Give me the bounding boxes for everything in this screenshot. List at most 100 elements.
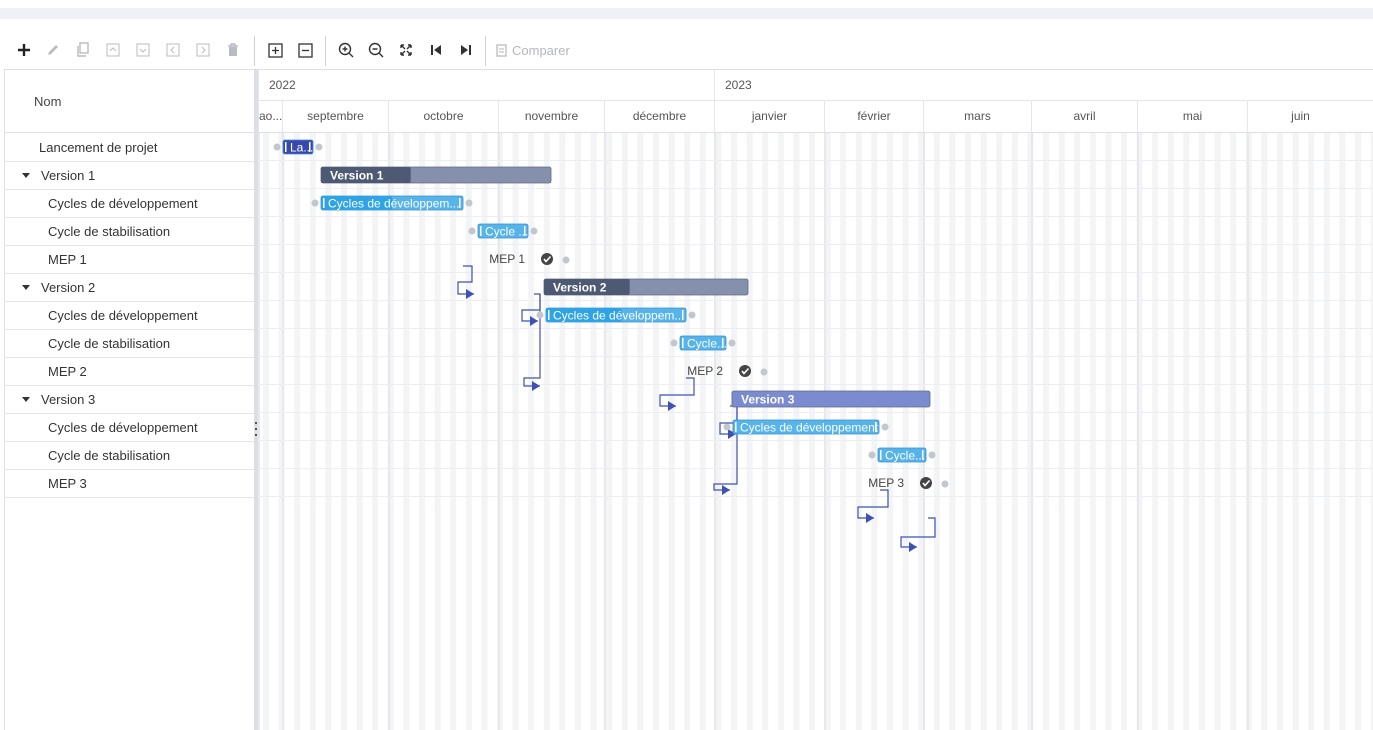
weekend-stripe <box>606 133 613 730</box>
link-handle-icon[interactable] <box>928 451 936 459</box>
link-handle-icon[interactable] <box>468 227 476 235</box>
link-handle-icon[interactable] <box>273 143 281 151</box>
grid-row[interactable]: Version 3 <box>5 386 255 414</box>
copy-icon[interactable] <box>74 36 92 64</box>
weekend-stripe <box>403 133 410 730</box>
link-handle-icon[interactable] <box>723 423 731 431</box>
link-handle-icon[interactable] <box>536 311 544 319</box>
month-gridline <box>1031 133 1033 730</box>
resize-handle-icon[interactable] <box>480 226 482 236</box>
month-cell: ao... <box>258 101 282 133</box>
link-handle-icon[interactable] <box>530 227 538 235</box>
indent-icon[interactable] <box>194 36 212 64</box>
link-handle-icon[interactable] <box>868 451 876 459</box>
grid-row[interactable]: Cycle de stabilisation <box>5 442 255 470</box>
grid-row[interactable]: Cycles de développement <box>5 414 255 442</box>
weekend-stripe <box>637 133 644 730</box>
month-gridline <box>258 133 260 730</box>
gantt-bar-label: Cycle... <box>687 337 727 351</box>
link-handle-icon[interactable] <box>881 423 889 431</box>
row-gridline <box>258 328 1373 329</box>
grid-row[interactable]: Lancement de projet <box>5 134 255 162</box>
grid-row[interactable]: Version 2 <box>5 274 255 302</box>
weekend-stripe <box>1277 133 1283 730</box>
resize-handle-icon[interactable] <box>323 198 325 208</box>
link-handle-icon[interactable] <box>941 480 949 488</box>
month-gridline <box>714 133 716 730</box>
grid-row-label: Cycles de développement <box>48 420 198 435</box>
resize-handle-icon[interactable] <box>735 422 737 432</box>
month-gridline <box>498 133 500 730</box>
weekend-stripe <box>621 133 628 730</box>
add-icon[interactable] <box>14 36 34 64</box>
grid-row[interactable]: Version 1 <box>5 162 255 190</box>
link-handle-icon[interactable] <box>760 368 768 376</box>
expand-all-icon[interactable] <box>265 36 285 64</box>
milestone-icon[interactable] <box>739 365 751 377</box>
weekend-stripe <box>575 133 581 730</box>
link-handle-icon[interactable] <box>688 311 696 319</box>
row-gridline <box>258 216 1373 217</box>
link-handle-icon[interactable] <box>311 199 319 207</box>
weekend-stripe <box>1355 133 1361 730</box>
weekend-stripe <box>1292 133 1299 730</box>
grid-row[interactable]: Cycle de stabilisation <box>5 218 255 246</box>
grid-row[interactable]: Cycles de développement <box>5 302 255 330</box>
zoom-out-icon[interactable] <box>366 36 386 64</box>
compare-button[interactable]: Comparer <box>496 36 570 64</box>
resize-handle-icon[interactable] <box>285 142 287 152</box>
grid-row[interactable]: MEP 3 <box>5 470 255 498</box>
grid-row[interactable]: Cycle de stabilisation <box>5 330 255 358</box>
month-gridline <box>1137 133 1139 730</box>
weekend-stripe <box>699 133 706 730</box>
column-header-name[interactable]: Nom <box>34 94 61 109</box>
grid-row[interactable]: MEP 2 <box>5 358 255 386</box>
gantt-bar-label: La... <box>290 141 313 155</box>
go-start-icon[interactable] <box>426 36 446 64</box>
collapse-caret-icon[interactable] <box>22 397 30 402</box>
row-gridline <box>258 356 1373 357</box>
weekend-stripe <box>481 133 488 730</box>
row-gridline <box>258 272 1373 273</box>
move-down-icon[interactable] <box>134 36 152 64</box>
weekend-stripe <box>372 133 379 730</box>
top-strip <box>0 8 1373 19</box>
fit-icon[interactable] <box>396 36 416 64</box>
grid-row[interactable]: Cycles de développement <box>5 190 255 218</box>
zoom-in-icon[interactable] <box>336 36 356 64</box>
row-gridline <box>258 160 1373 161</box>
weekend-stripe <box>1339 133 1346 730</box>
milestone-icon[interactable] <box>920 477 932 489</box>
grid-row-label: Cycles de développement <box>48 196 198 211</box>
link-handle-icon[interactable] <box>728 339 736 347</box>
collapse-caret-icon[interactable] <box>22 173 30 178</box>
gantt-chart: La...Version 1Cycles de développem...Cyc… <box>258 133 1373 730</box>
weekend-stripe <box>309 133 316 730</box>
milestone-icon[interactable] <box>541 253 553 265</box>
edit-icon[interactable] <box>44 36 62 64</box>
move-up-icon[interactable] <box>104 36 122 64</box>
link-handle-icon[interactable] <box>670 339 678 347</box>
go-end-icon[interactable] <box>456 36 476 64</box>
link-handle-icon[interactable] <box>315 143 323 151</box>
grid-row-label: Version 1 <box>41 168 96 183</box>
grid-row[interactable]: MEP 1 <box>5 246 255 274</box>
weekend-stripe <box>1011 133 1018 730</box>
outdent-icon[interactable] <box>164 36 182 64</box>
resize-handle-icon[interactable] <box>880 450 882 460</box>
resize-handle-icon[interactable] <box>682 338 684 348</box>
delete-icon[interactable] <box>224 36 242 64</box>
weekend-stripe <box>543 133 550 730</box>
collapse-caret-icon[interactable] <box>22 285 30 290</box>
weekend-stripe <box>1308 133 1315 730</box>
weekend-stripe <box>1167 133 1174 730</box>
weekend-stripe <box>1183 133 1190 730</box>
link-handle-icon[interactable] <box>465 199 473 207</box>
toolbar-separator <box>254 36 255 66</box>
collapse-all-icon[interactable] <box>295 36 315 64</box>
gantt-bar-label: Cycle ... <box>485 225 528 239</box>
gantt-bar-label: Version 2 <box>553 281 607 295</box>
resize-handle-icon[interactable] <box>548 310 550 320</box>
link-handle-icon[interactable] <box>562 256 570 264</box>
weekend-stripe <box>1261 133 1268 730</box>
